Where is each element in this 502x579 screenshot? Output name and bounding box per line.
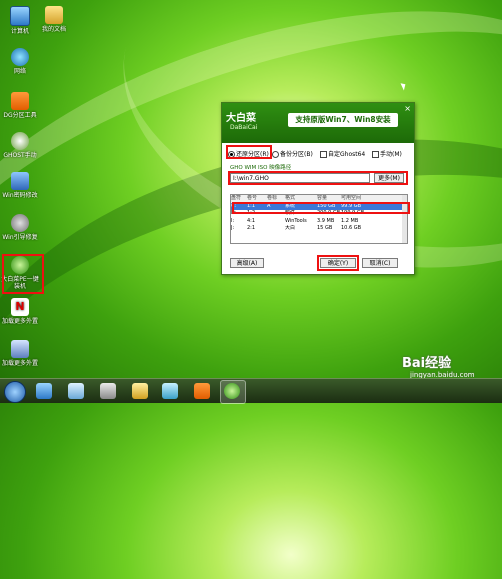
table-cell: 10.6 GB [341, 225, 362, 231]
taskbar-diskgenius-icon[interactable] [194, 383, 210, 399]
close-icon[interactable]: × [404, 104, 411, 113]
dialog-logo-sub: DaBaiCai [230, 124, 258, 131]
network-icon [11, 48, 29, 66]
desktop-icon-winpass[interactable]: Win密码修改 [0, 172, 40, 199]
highlight-box [228, 171, 408, 185]
table-cell: J: [231, 225, 235, 231]
highlight-box [2, 254, 44, 294]
path-label: GHO WIM ISO 映像路径 [230, 165, 292, 171]
table-cell: 4:1 [247, 217, 256, 224]
table-cell [267, 218, 285, 226]
highlight-box [226, 145, 272, 159]
desktop-icon-label: 我的文档 [41, 26, 66, 33]
table-cell: 15 GB [317, 225, 333, 231]
taskbar [0, 378, 502, 404]
desktop-icon-diskgenius[interactable]: DG分区工具 [0, 92, 40, 119]
folder-icon [45, 6, 63, 24]
option-backup[interactable]: 备份分区(B) [272, 149, 313, 158]
desktop-icon-winfix[interactable]: Win引导修复 [0, 214, 40, 241]
highlight-box [232, 202, 410, 214]
desktop-icon-nt[interactable]: N 加载更多外置 [0, 298, 40, 325]
highlight-box [317, 255, 359, 271]
option-label: 自定Ghost64 [328, 151, 366, 158]
taskbar-dabaicai-icon[interactable] [224, 383, 240, 399]
install-dialog: 大白菜 DaBaiCai 支持原版Win7、Win8安装 × 还原分区(R) 备… [221, 102, 415, 275]
gear-icon [11, 214, 29, 232]
desktop-icon-label: Win引导修复 [2, 234, 38, 241]
desktop-icon-label: 加载更多外置 [1, 360, 38, 367]
table-cell: 3.9 MB [317, 217, 335, 224]
option-manual[interactable]: 手动(M) [372, 149, 402, 158]
option-label: 备份分区(B) [280, 151, 313, 158]
table-cell: 1.2 MB [341, 217, 359, 224]
desktop-icon-network[interactable]: 网络 [0, 48, 40, 75]
table-cell: I: [231, 217, 235, 224]
table-row[interactable]: J: 2:1 大白 15 GB 10.6 GB [231, 225, 407, 233]
option-custom-ghost[interactable]: 自定Ghost64 [320, 149, 365, 158]
table-cell: 2:1 [247, 225, 256, 231]
table-row[interactable]: I: 4:1 WinTools 3.9 MB 1.2 MB [231, 218, 407, 226]
ghost-icon [11, 132, 29, 150]
checkbox-icon [320, 151, 327, 158]
desktop-icon-label: 网络 [13, 68, 26, 75]
taskbar-computer-icon[interactable] [36, 383, 52, 399]
baidu-watermark: Bai经验 [402, 356, 452, 371]
windows-icon [11, 172, 29, 190]
desktop-icon-label: DG分区工具 [3, 112, 37, 119]
desktop-icon-label: Win密码修改 [2, 192, 38, 199]
taskbar-explorer-icon[interactable] [68, 383, 84, 399]
dialog-header: 大白菜 DaBaiCai 支持原版Win7、Win8安装 × [222, 103, 414, 143]
cancel-button[interactable]: 取消(C) [362, 258, 398, 268]
radio-icon [272, 151, 279, 158]
more-icon [11, 340, 29, 358]
computer-icon [10, 6, 30, 26]
table-cell: 大白 [285, 225, 296, 231]
dialog-logo: 大白菜 [226, 113, 256, 124]
desktop-icon-label: 加载更多外置 [1, 318, 38, 325]
dialog-title: 支持原版Win7、Win8安装 [288, 113, 398, 127]
taskbar-disk-icon[interactable] [100, 383, 116, 399]
desktop-icon-label: GHOST手动 [3, 152, 37, 159]
checkbox-icon [372, 151, 379, 158]
table-cell [267, 225, 285, 233]
start-button-icon[interactable] [4, 381, 26, 403]
table-cell: WinTools [285, 217, 307, 224]
option-label: 手动(M) [380, 151, 402, 158]
advanced-button[interactable]: 高级(A) [230, 258, 264, 268]
taskbar-tool-icon[interactable] [132, 383, 148, 399]
nt-icon: N [11, 298, 29, 316]
desktop-icon-documents[interactable]: 我的文档 [34, 6, 74, 33]
desktop-icon-ghost[interactable]: GHOST手动 [0, 132, 40, 159]
desktop-icon-more[interactable]: 加载更多外置 [0, 340, 40, 367]
taskbar-network-icon[interactable] [162, 383, 178, 399]
diskgenius-icon [11, 92, 29, 110]
